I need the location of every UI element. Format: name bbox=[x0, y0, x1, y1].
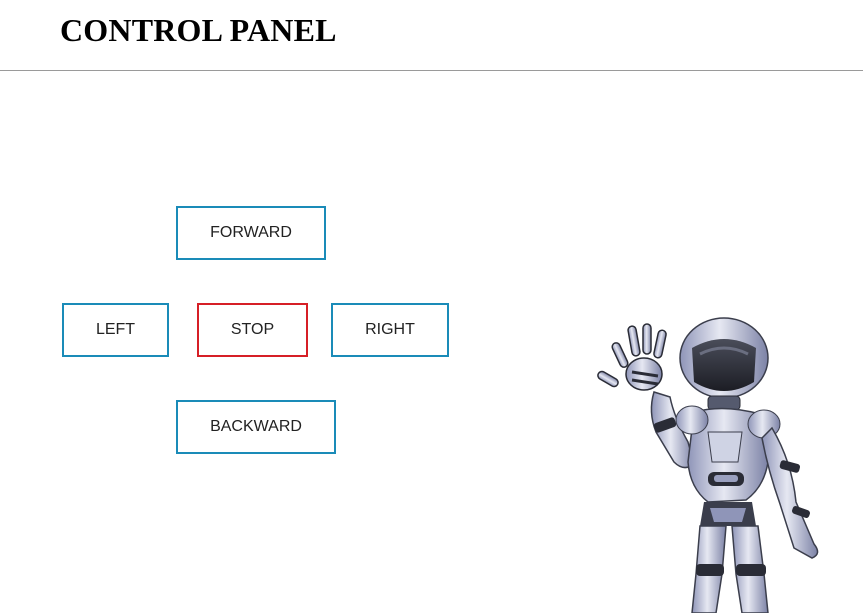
stop-button[interactable]: STOP bbox=[197, 303, 308, 357]
waving-robot-icon bbox=[597, 317, 819, 613]
page-header: CONTROL PANEL bbox=[0, 0, 863, 71]
page-title: CONTROL PANEL bbox=[60, 12, 337, 48]
backward-button[interactable]: BACKWARD bbox=[176, 400, 336, 454]
forward-button[interactable]: FORWARD bbox=[176, 206, 326, 260]
right-button[interactable]: RIGHT bbox=[331, 303, 449, 357]
left-button[interactable]: LEFT bbox=[62, 303, 169, 357]
